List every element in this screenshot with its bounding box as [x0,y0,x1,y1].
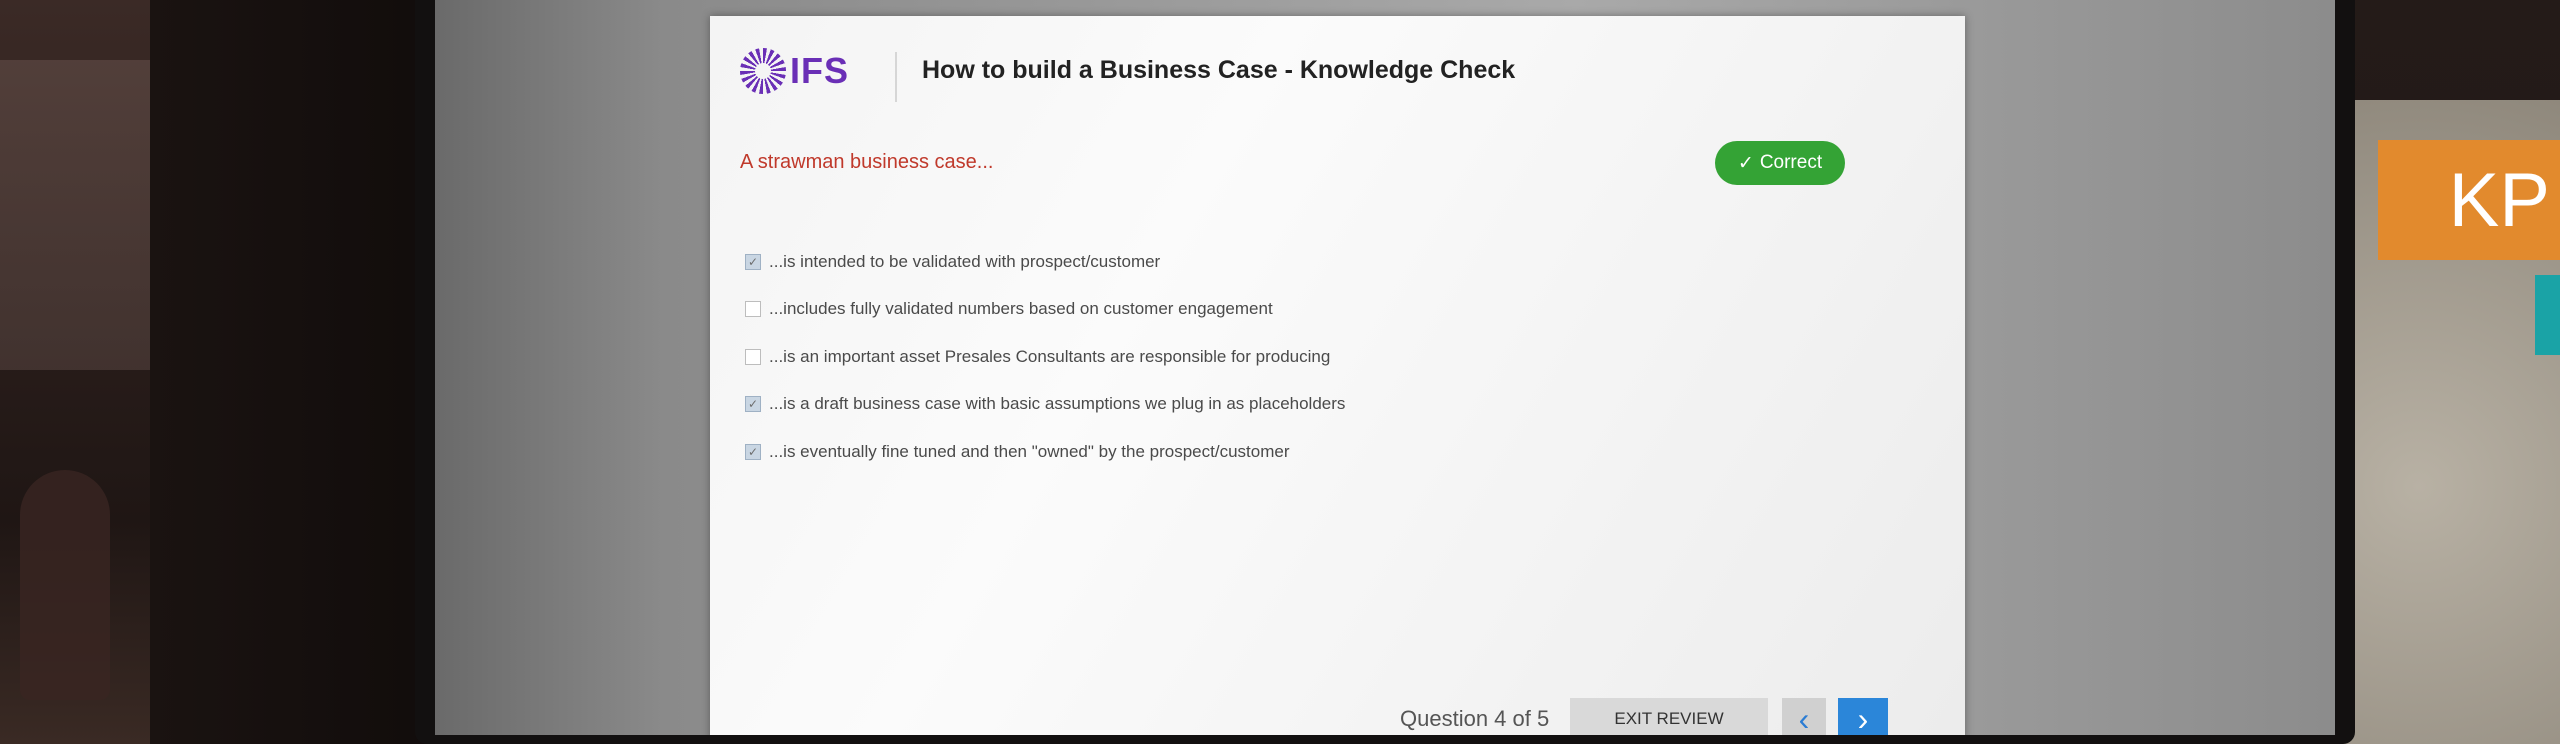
chevron-left-icon: ‹ [1798,700,1810,736]
ifs-logo: IFS [740,48,849,94]
checkbox-unchecked[interactable] [745,301,761,318]
chevron-right-icon: › [1857,700,1869,736]
question-progress: Question 4 of 5 [1400,706,1550,731]
answer-label: ...is an important asset Presales Consul… [769,346,1331,366]
checkbox-unchecked[interactable] [745,348,761,365]
answer-label: ...is intended to be validated with pros… [769,251,1161,271]
page-title: How to build a Business Case - Knowledge… [922,56,1516,84]
background-person [20,470,110,700]
background-strip [2535,275,2560,355]
header-divider [895,52,897,102]
answer-option[interactable]: ...includes fully validated numbers base… [745,286,1345,334]
checkbox-checked[interactable]: ✓ [745,253,761,270]
next-button[interactable]: › [1838,698,1888,735]
check-icon: ✓ [1737,152,1754,174]
background-sign: KP [2378,140,2560,260]
correct-label: Correct [1759,152,1823,173]
answer-label: ...is eventually fine tuned and then "ow… [769,441,1290,461]
background-calendar [0,60,170,370]
background-shadow [150,0,450,744]
answer-options: ✓ ...is intended to be validated with pr… [745,238,1345,476]
ifs-logo-icon [740,48,786,94]
quiz-header: IFS How to build a Business Case - Knowl… [710,16,1965,134]
question-text: A strawman business case... [740,151,994,173]
checkbox-checked[interactable]: ✓ [745,396,761,413]
answer-option[interactable]: ✓ ...is eventually fine tuned and then "… [745,428,1345,476]
answer-label: ...includes fully validated numbers base… [769,299,1273,319]
monitor-screen: IFS How to build a Business Case - Knowl… [435,0,2335,735]
answer-label: ...is a draft business case with basic a… [769,394,1346,414]
logo-text: IFS [790,50,850,91]
answer-option[interactable]: ✓ ...is intended to be validated with pr… [745,238,1345,286]
quiz-footer: Question 4 of 5 EXIT REVIEW ‹ › [710,698,1965,735]
correct-badge: ✓ Correct [1715,141,1845,185]
previous-button[interactable]: ‹ [1782,698,1826,735]
checkbox-checked[interactable]: ✓ [745,443,761,460]
answer-option[interactable]: ...is an important asset Presales Consul… [745,333,1345,381]
exit-review-button[interactable]: EXIT REVIEW [1570,698,1768,735]
answer-option[interactable]: ✓ ...is a draft business case with basic… [745,381,1345,429]
quiz-card: IFS How to build a Business Case - Knowl… [710,16,1965,735]
